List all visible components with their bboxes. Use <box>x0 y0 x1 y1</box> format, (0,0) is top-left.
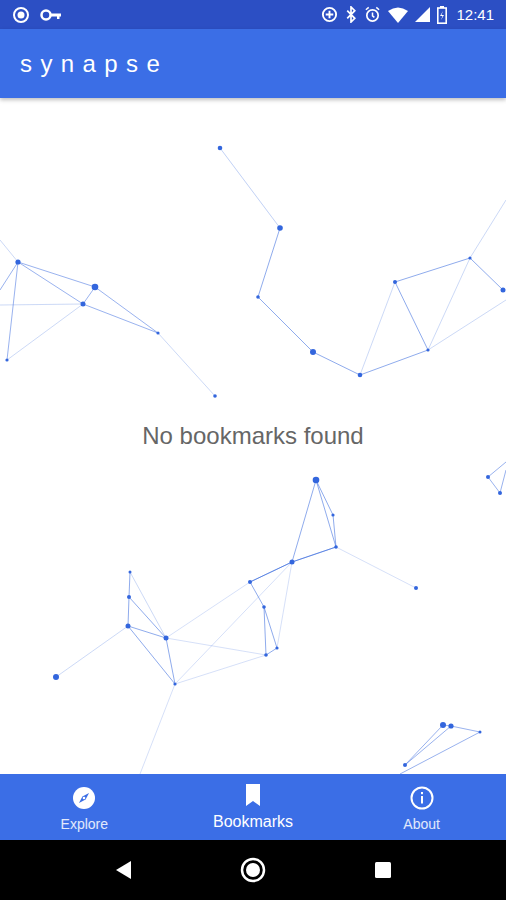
nav-label: Bookmarks <box>213 812 293 832</box>
wifi-icon <box>388 7 408 23</box>
notification-circle-icon <box>12 6 30 24</box>
home-icon[interactable] <box>239 856 267 884</box>
bluetooth-icon <box>345 6 357 23</box>
app-title: synapse <box>20 46 168 82</box>
content-area: No bookmarks found <box>0 98 506 774</box>
signal-icon <box>415 7 430 22</box>
data-saver-icon <box>321 6 338 23</box>
info-icon <box>410 785 434 811</box>
bookmark-icon <box>243 782 263 808</box>
nav-item[interactable]: About <box>337 774 506 840</box>
status-time: 12:41 <box>456 7 494 22</box>
nav-item[interactable]: Bookmarks <box>169 774 338 840</box>
battery-icon <box>437 6 447 24</box>
app-bar: synapse <box>0 29 506 98</box>
status-bar: 12:41 <box>0 0 506 29</box>
system-navigation-bar <box>0 840 506 900</box>
bottom-navigation: Explore Bookmarks About <box>0 774 506 840</box>
recents-icon[interactable] <box>373 860 393 880</box>
nav-label: About <box>403 815 440 833</box>
empty-message: No bookmarks found <box>136 414 369 458</box>
back-icon[interactable] <box>113 859 133 881</box>
nav-item[interactable]: Explore <box>0 774 169 840</box>
vpn-key-icon <box>40 8 62 22</box>
compass-icon <box>72 785 96 811</box>
alarm-icon <box>364 6 381 23</box>
nav-label: Explore <box>61 815 108 833</box>
